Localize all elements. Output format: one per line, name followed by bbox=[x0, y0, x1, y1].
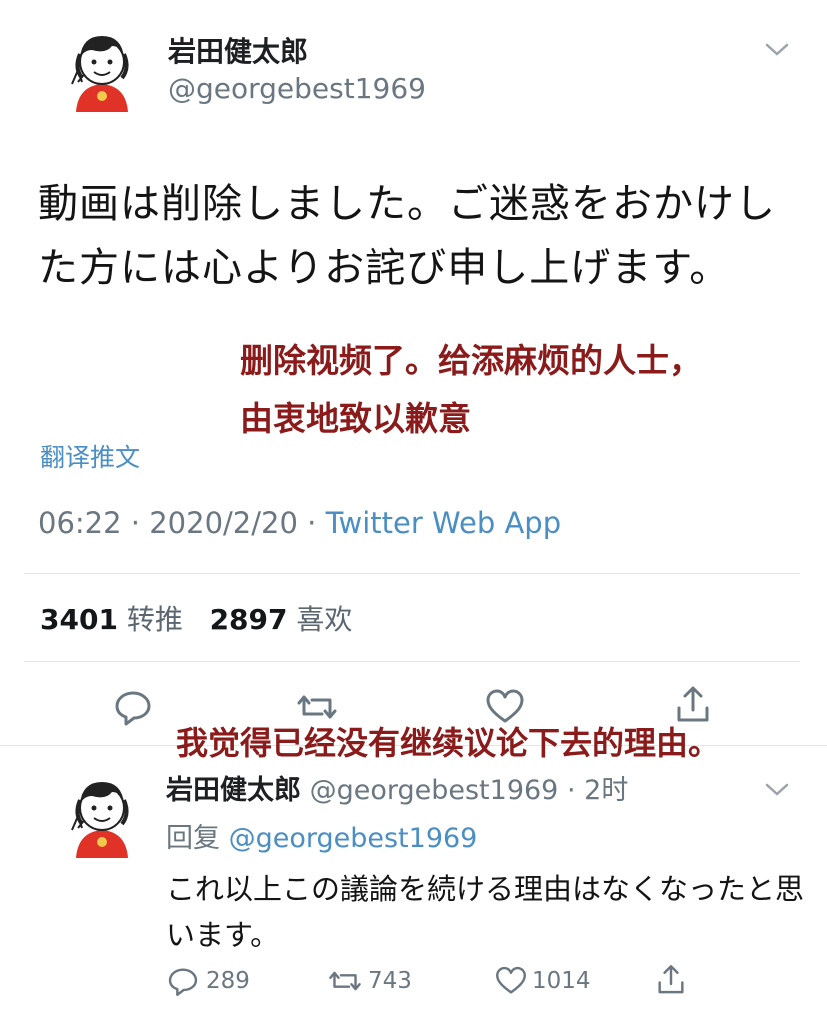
replying-mention[interactable]: @georgebest1969 bbox=[229, 823, 478, 854]
meta-separator: · bbox=[307, 506, 317, 540]
translate-tweet-link[interactable]: 翻译推文 bbox=[40, 438, 140, 474]
reply-icon bbox=[115, 691, 151, 726]
tweet-stats: 3401 转推 2897 喜欢 bbox=[40, 598, 352, 638]
reply-text: これ以上この議論を続ける理由はなくなったと思います。 bbox=[166, 872, 805, 952]
avatar[interactable] bbox=[56, 24, 148, 116]
share-icon bbox=[658, 965, 684, 994]
reply-icon bbox=[168, 968, 198, 996]
reply-header: 岩田健太郎 @georgebest1969 · 2时 bbox=[166, 768, 628, 807]
reply-retweet-count: 743 bbox=[368, 968, 412, 994]
reply-like-button[interactable]: 1014 bbox=[494, 964, 591, 998]
cartoon-avatar-icon bbox=[56, 770, 148, 862]
tweet-text: 動画は削除しました。ご迷惑をおかけした方には心よりお詫び申し上げます。 bbox=[38, 181, 776, 291]
meta-separator: · bbox=[130, 506, 141, 540]
heart-icon bbox=[496, 966, 526, 994]
reply-reply-button[interactable]: 289 bbox=[166, 964, 250, 998]
display-name[interactable]: 岩田健太郎 bbox=[168, 30, 308, 70]
annotation-line-1: 删除视频了。给添麻烦的人士， bbox=[240, 341, 702, 380]
tweet-source[interactable]: Twitter Web App bbox=[326, 506, 562, 540]
chevron-down-icon[interactable] bbox=[762, 40, 792, 64]
reply-separator: · bbox=[566, 775, 576, 806]
retweet-count[interactable]: 3401 bbox=[40, 603, 118, 636]
tweet-meta: 06:22 · 2020/2/20 · Twitter Web App bbox=[38, 506, 561, 540]
tweet-date: 2020/2/20 bbox=[149, 506, 298, 540]
annotation-line-2: 由衷地致以歉意 bbox=[240, 399, 471, 438]
retweet-label[interactable]: 转推 bbox=[127, 603, 183, 636]
like-count[interactable]: 2897 bbox=[210, 603, 288, 636]
user-handle[interactable]: @georgebest1969 bbox=[168, 72, 426, 105]
reply-share-button[interactable] bbox=[654, 962, 688, 1002]
retweet-icon bbox=[329, 971, 361, 991]
divider bbox=[24, 661, 800, 662]
reply-display-name[interactable]: 岩田健太郎 bbox=[166, 775, 301, 806]
cartoon-avatar-icon bbox=[56, 24, 148, 116]
chevron-down-icon[interactable] bbox=[762, 780, 792, 804]
reply-handle[interactable]: @georgebest1969 bbox=[310, 775, 559, 806]
reply-like-count: 1014 bbox=[532, 968, 591, 994]
like-label[interactable]: 喜欢 bbox=[296, 603, 352, 636]
reply-button[interactable] bbox=[112, 686, 154, 728]
replying-to: 回复 @georgebest1969 bbox=[166, 816, 477, 855]
reply-age[interactable]: 2时 bbox=[584, 775, 628, 806]
reply-avatar[interactable] bbox=[56, 770, 148, 862]
divider bbox=[24, 573, 800, 574]
reply-retweet-button[interactable]: 743 bbox=[326, 964, 412, 998]
reply-count: 289 bbox=[206, 968, 250, 994]
replying-prefix: 回复 bbox=[166, 823, 220, 854]
tweet-time: 06:22 bbox=[38, 506, 122, 540]
annotation-overlay: 我觉得已经没有继续议论下去的理由。 bbox=[176, 724, 721, 762]
